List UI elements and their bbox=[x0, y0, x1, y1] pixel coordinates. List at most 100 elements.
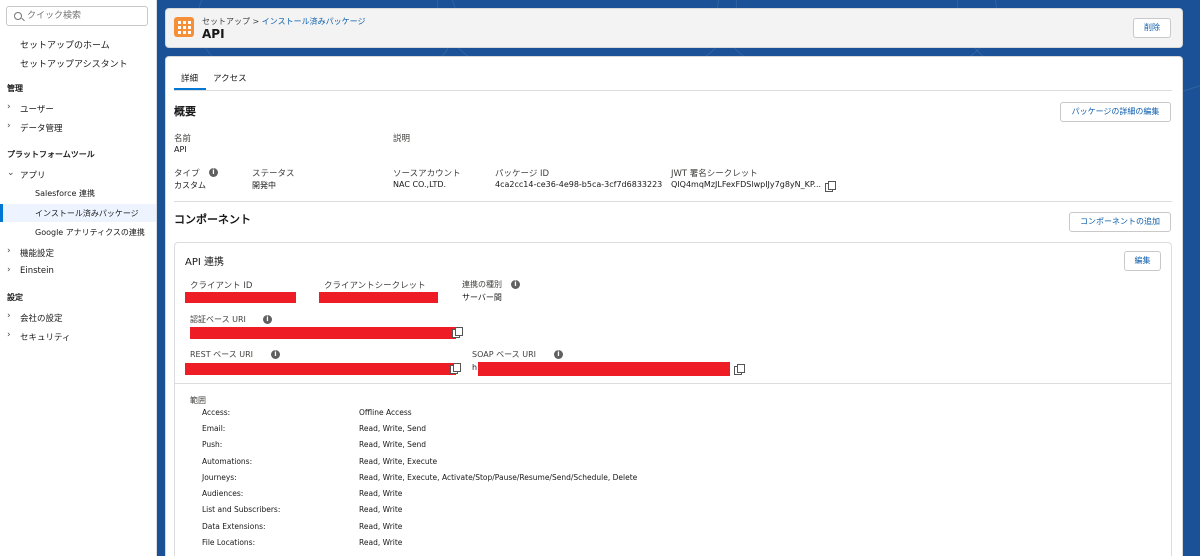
section-divider bbox=[174, 201, 1172, 202]
scope-key: File Locations: bbox=[202, 538, 256, 547]
edit-package-details-button[interactable]: パッケージの詳細の編集 bbox=[1060, 102, 1171, 122]
type-label: タイプ bbox=[174, 169, 200, 179]
scope-key: Journeys: bbox=[202, 473, 237, 482]
search-icon bbox=[14, 12, 22, 20]
setup-sidebar: セットアップのホーム セットアップアシスタント 管理 › ユーザー › データ管… bbox=[0, 0, 157, 556]
delete-button[interactable]: 削除 bbox=[1133, 18, 1171, 38]
info-icon[interactable]: i bbox=[511, 280, 520, 289]
scope-value: Read, Write, Execute bbox=[359, 457, 438, 466]
copy-icon[interactable] bbox=[452, 327, 463, 338]
tab-details[interactable]: 詳細 bbox=[181, 72, 198, 84]
name-value: API bbox=[174, 145, 187, 154]
sidebar-item-label: アプリ bbox=[20, 171, 46, 181]
chevron-right-icon: › bbox=[7, 121, 11, 131]
chevron-right-icon: › bbox=[7, 265, 11, 275]
scope-value: Read, Write bbox=[359, 505, 403, 514]
copy-icon[interactable] bbox=[450, 363, 461, 374]
page-title: API bbox=[202, 27, 225, 41]
scope-key: Email: bbox=[202, 424, 226, 433]
scope-value: Read, Write, Send bbox=[359, 424, 427, 433]
source-account-label: ソースアカウント bbox=[393, 169, 461, 179]
scope-value: Offline Access bbox=[359, 408, 412, 417]
add-component-button[interactable]: コンポーネントの追加 bbox=[1069, 212, 1171, 232]
sidebar-subitem-google-analytics[interactable]: Google アナリティクスの連携 bbox=[0, 223, 156, 241]
redacted-soap-base-uri bbox=[478, 362, 730, 376]
sidebar-item-security[interactable]: › セキュリティ bbox=[0, 328, 156, 345]
auth-base-uri-label: 認証ベース URI bbox=[190, 315, 246, 324]
chevron-right-icon: › bbox=[7, 102, 11, 112]
client-secret-label: クライアントシークレット bbox=[324, 281, 426, 291]
scope-key: Audiences: bbox=[202, 489, 244, 498]
tab-access[interactable]: アクセス bbox=[213, 72, 247, 84]
scope-key: Automations: bbox=[202, 457, 253, 466]
copy-icon[interactable] bbox=[734, 364, 745, 375]
status-label: ステータス bbox=[252, 169, 295, 179]
sidebar-subitem-salesforce-connect[interactable]: Salesforce 連携 bbox=[0, 184, 156, 202]
info-icon[interactable]: i bbox=[271, 350, 280, 359]
sidebar-link-setup-home[interactable]: セットアップのホーム bbox=[20, 38, 110, 51]
sidebar-item-einstein[interactable]: › Einstein bbox=[0, 263, 156, 280]
sidebar-heading-settings: 設定 bbox=[7, 293, 23, 302]
sidebar-item-label: セキュリティ bbox=[20, 333, 71, 343]
breadcrumb-link-installed-packages[interactable]: インストール済みパッケージ bbox=[262, 17, 366, 26]
redacted-client-secret bbox=[319, 292, 438, 303]
chevron-right-icon: › bbox=[7, 311, 11, 321]
scope-key: List and Subscribers: bbox=[202, 505, 281, 514]
card-title: API 連携 bbox=[185, 257, 224, 268]
sidebar-item-label: ユーザー bbox=[20, 105, 54, 115]
sidebar-subitem-label: インストール済みパッケージ bbox=[35, 209, 139, 218]
soap-uri-prefix: h bbox=[472, 363, 478, 372]
copy-icon[interactable] bbox=[825, 181, 836, 192]
chevron-right-icon: › bbox=[7, 246, 11, 256]
description-label: 説明 bbox=[393, 134, 411, 144]
jwt-secret-value: QIQ4mqMzJLFexFDSlwpIJy7g8yN_KP... bbox=[671, 180, 822, 189]
sidebar-item-label: 会社の設定 bbox=[20, 314, 63, 324]
breadcrumb-root: セットアップ bbox=[202, 17, 250, 26]
api-integration-card: API 連携 編集 クライアント ID クライアントシークレット 連携の種別 i… bbox=[174, 242, 1172, 556]
app-launcher-grid-icon bbox=[174, 17, 194, 37]
info-icon[interactable]: i bbox=[209, 168, 218, 177]
chevron-down-icon: ⌄ bbox=[7, 168, 15, 178]
sidebar-subitem-label: Salesforce 連携 bbox=[35, 189, 95, 198]
quick-search-input[interactable] bbox=[27, 9, 145, 23]
sidebar-item-company-settings[interactable]: › 会社の設定 bbox=[0, 309, 156, 326]
sidebar-item-data-management[interactable]: › データ管理 bbox=[0, 119, 156, 136]
scope-value: Read, Write bbox=[359, 489, 403, 498]
sidebar-subitem-label: Google アナリティクスの連携 bbox=[35, 228, 145, 237]
tabs-divider bbox=[174, 90, 1172, 91]
redacted-rest-base-uri bbox=[185, 363, 456, 375]
breadcrumb-separator: > bbox=[252, 17, 260, 26]
scope-value: Read, Write bbox=[359, 522, 403, 531]
scope-value: Read, Write, Send bbox=[359, 440, 427, 449]
sidebar-link-setup-assistant[interactable]: セットアップアシスタント bbox=[20, 57, 128, 70]
scope-title: 範囲 bbox=[190, 396, 206, 405]
info-icon[interactable]: i bbox=[554, 350, 563, 359]
package-id-value: 4ca2cc14-ce36-4e98-b5ca-3cf7d6833223 bbox=[495, 180, 663, 189]
sidebar-item-feature-settings[interactable]: › 機能設定 bbox=[0, 244, 156, 261]
card-divider bbox=[175, 383, 1171, 384]
edit-button[interactable]: 編集 bbox=[1124, 251, 1161, 271]
sidebar-item-label: データ管理 bbox=[20, 124, 63, 134]
name-label: 名前 bbox=[174, 134, 192, 144]
sidebar-heading-admin: 管理 bbox=[7, 84, 23, 93]
rest-base-uri-label: REST ベース URI bbox=[190, 350, 254, 359]
sidebar-item-users[interactable]: › ユーザー bbox=[0, 100, 156, 117]
sidebar-item-apps[interactable]: ⌄ アプリ bbox=[0, 166, 156, 183]
main-panel: 詳細 アクセス 概要 パッケージの詳細の編集 名前 API 説明 タイプ i カ… bbox=[165, 56, 1183, 556]
status-value: 開発中 bbox=[252, 181, 276, 190]
page-header: セットアップ > インストール済みパッケージ API 削除 bbox=[165, 8, 1183, 48]
quick-search-box[interactable] bbox=[6, 6, 148, 26]
redacted-client-id bbox=[185, 292, 296, 303]
scope-value: Read, Write, Execute, Activate/Stop/Paus… bbox=[359, 473, 638, 482]
scope-key: Access: bbox=[202, 408, 231, 417]
chevron-right-icon: › bbox=[7, 330, 11, 340]
sidebar-heading-platform-tools: プラットフォームツール bbox=[7, 150, 95, 159]
sidebar-item-label: 機能設定 bbox=[20, 249, 55, 259]
info-icon[interactable]: i bbox=[263, 315, 272, 324]
sidebar-subitem-installed-packages[interactable]: インストール済みパッケージ bbox=[0, 204, 156, 222]
jwt-secret-label: JWT 署名シークレット bbox=[671, 169, 758, 179]
source-account-value: NAC CO.,LTD. bbox=[393, 180, 447, 189]
breadcrumb: セットアップ > インストール済みパッケージ bbox=[202, 16, 365, 27]
components-section-title: コンポーネント bbox=[174, 213, 251, 226]
soap-base-uri-label: SOAP ベース URI bbox=[472, 350, 536, 359]
